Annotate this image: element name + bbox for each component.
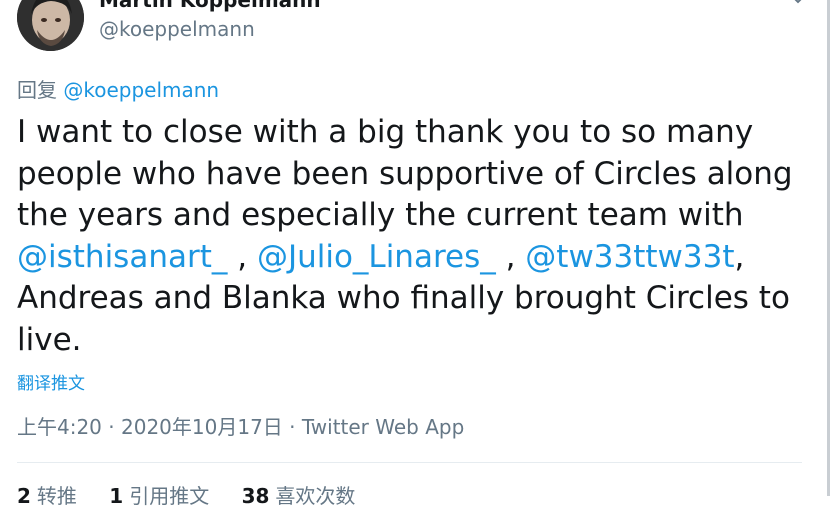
- tweet-date[interactable]: 2020年10月17日: [121, 415, 283, 439]
- author-display-name[interactable]: Martin Köppelmann: [99, 0, 321, 12]
- mention-link-julio-linares[interactable]: @Julio_Linares_: [257, 239, 496, 275]
- likes-count: 38: [241, 484, 270, 508]
- avatar-image: [17, 0, 84, 51]
- divider: [17, 462, 802, 463]
- mention-link-tw33ttw33t[interactable]: @tw33ttw33t: [525, 239, 734, 275]
- tweet-source-link[interactable]: Twitter Web App: [302, 415, 464, 439]
- tweet-text-separator: ,: [495, 238, 526, 275]
- quote-tweets-count: 1: [109, 484, 124, 508]
- likes-label: 喜欢次数: [275, 484, 356, 508]
- likes-stat[interactable]: 38 喜欢次数: [242, 484, 356, 508]
- reply-context: 回复 @koeppelmann: [17, 74, 219, 103]
- tweet-time[interactable]: 上午4:20: [17, 415, 102, 439]
- tweet-stats: 2 转推 1 引用推文 38 喜欢次数: [17, 480, 381, 509]
- mention-link-isthisanart[interactable]: @isthisanart_: [17, 239, 227, 275]
- quote-tweets-label: 引用推文: [129, 484, 210, 508]
- retweets-stat[interactable]: 2 转推: [17, 484, 77, 508]
- reply-mention-link[interactable]: @koeppelmann: [63, 78, 219, 102]
- tweet-text-separator: ,: [227, 238, 257, 275]
- translate-tweet-link[interactable]: 翻译推文: [17, 369, 85, 394]
- tweet-text-part: I want to close with a big thank you to …: [17, 114, 793, 233]
- meta-separator: ·: [282, 415, 302, 439]
- retweets-label: 转推: [36, 484, 77, 508]
- meta-separator: ·: [101, 415, 121, 439]
- tweet-text: I want to close with a big thank you to …: [17, 112, 802, 361]
- reply-prefix: 回复: [17, 78, 57, 102]
- tweet-metadata: 上午4:20 · 2020年10月17日 · Twitter Web App: [17, 411, 464, 440]
- quote-tweets-stat[interactable]: 1 引用推文: [109, 484, 209, 508]
- avatar[interactable]: [17, 0, 84, 51]
- author-handle[interactable]: @koeppelmann: [99, 17, 255, 41]
- chevron-down-icon[interactable]: [788, 0, 808, 10]
- retweets-count: 2: [17, 484, 31, 508]
